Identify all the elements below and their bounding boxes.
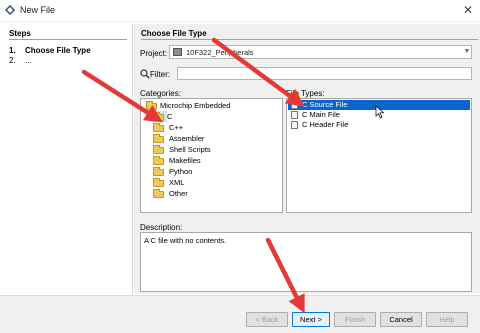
folder-icon [153, 145, 164, 154]
category-label: Shell Scripts [169, 145, 211, 154]
h-file-icon [291, 121, 298, 129]
title-divider [141, 39, 478, 40]
file-type-c-header[interactable]: C Header File [288, 120, 470, 130]
category-label: Microchip Embedded [160, 101, 231, 110]
category-assembler[interactable]: Assembler [153, 133, 273, 144]
button-bar: < Back Next > Finish Cancel Help [0, 295, 480, 333]
step-choose-file-type: Choose File Type [25, 46, 91, 55]
search-icon [140, 69, 150, 79]
category-microchip-embedded[interactable]: Microchip Embedded [142, 100, 281, 111]
description-label: Description: [140, 223, 183, 232]
category-label: Assembler [169, 134, 205, 143]
category-other[interactable]: Other [153, 188, 273, 199]
project-value: 10F322_Peripherals [186, 48, 254, 57]
app-icon [5, 5, 15, 15]
c-file-icon [291, 101, 298, 109]
folder-icon [153, 156, 164, 165]
page-title: Choose File Type [141, 29, 207, 38]
description-text: A C file with no contents. [144, 236, 227, 245]
step-number: 1. [9, 46, 16, 55]
category-label: Python [169, 167, 193, 176]
file-types-label: File Types: [286, 89, 325, 98]
file-type-label: C Main File [302, 110, 340, 119]
title-bar: New File ✕ [0, 0, 480, 22]
category-label: Makefiles [169, 156, 201, 165]
folder-icon [153, 189, 164, 198]
step-number: 2. [9, 56, 16, 65]
finish-button[interactable]: Finish [334, 312, 376, 327]
description-box: A C file with no contents. [140, 232, 472, 292]
folder-icon [153, 167, 164, 176]
filter-input[interactable] [177, 67, 472, 80]
file-types-list[interactable]: C Source File C Main File C Header File [286, 98, 472, 213]
project-chip-icon [173, 48, 182, 56]
category-shell-scripts[interactable]: Shell Scripts [153, 144, 273, 155]
category-cpp[interactable]: C++ [153, 122, 273, 133]
step-next: ... [25, 56, 32, 65]
folder-icon [153, 178, 164, 187]
steps-divider [9, 39, 127, 40]
category-makefiles[interactable]: Makefiles [153, 155, 273, 166]
category-xml[interactable]: XML [153, 177, 273, 188]
folder-icon [153, 134, 164, 143]
category-label: C++ [169, 123, 184, 132]
help-button[interactable]: Help [426, 312, 468, 327]
steps-heading: Steps [9, 29, 31, 38]
file-type-label: C Header File [302, 120, 349, 129]
steps-panel: Steps 1. Choose File Type 2. ... [0, 24, 133, 294]
cancel-button[interactable]: Cancel [380, 312, 422, 327]
file-type-c-main[interactable]: C Main File [288, 110, 470, 120]
category-label: C [167, 112, 173, 121]
next-button[interactable]: Next > [292, 312, 330, 327]
category-label: Other [169, 189, 188, 198]
filter-label: Filter: [150, 70, 170, 79]
categories-label: Categories: [140, 89, 181, 98]
close-icon[interactable]: ✕ [461, 3, 475, 17]
folder-icon [153, 112, 164, 121]
chevron-down-icon[interactable]: ▼ [462, 46, 472, 58]
category-label: XML [169, 178, 185, 187]
categories-list[interactable]: Microchip Embedded C C++ Assembler Shell… [140, 98, 283, 213]
back-button[interactable]: < Back [246, 312, 288, 327]
file-type-c-source[interactable]: C Source File [288, 100, 470, 110]
window-title: New File [20, 5, 56, 15]
category-python[interactable]: Python [153, 166, 273, 177]
project-select[interactable]: 10F322_Peripherals ▼ [169, 45, 472, 59]
file-type-label: C Source File [302, 100, 348, 109]
category-c[interactable]: C [151, 111, 172, 122]
c-file-icon [291, 111, 298, 119]
project-label: Project: [140, 49, 168, 58]
main-panel: Choose File Type Project: 10F322_Periphe… [134, 24, 480, 294]
folder-icon [153, 123, 164, 132]
folder-icon [146, 101, 157, 110]
